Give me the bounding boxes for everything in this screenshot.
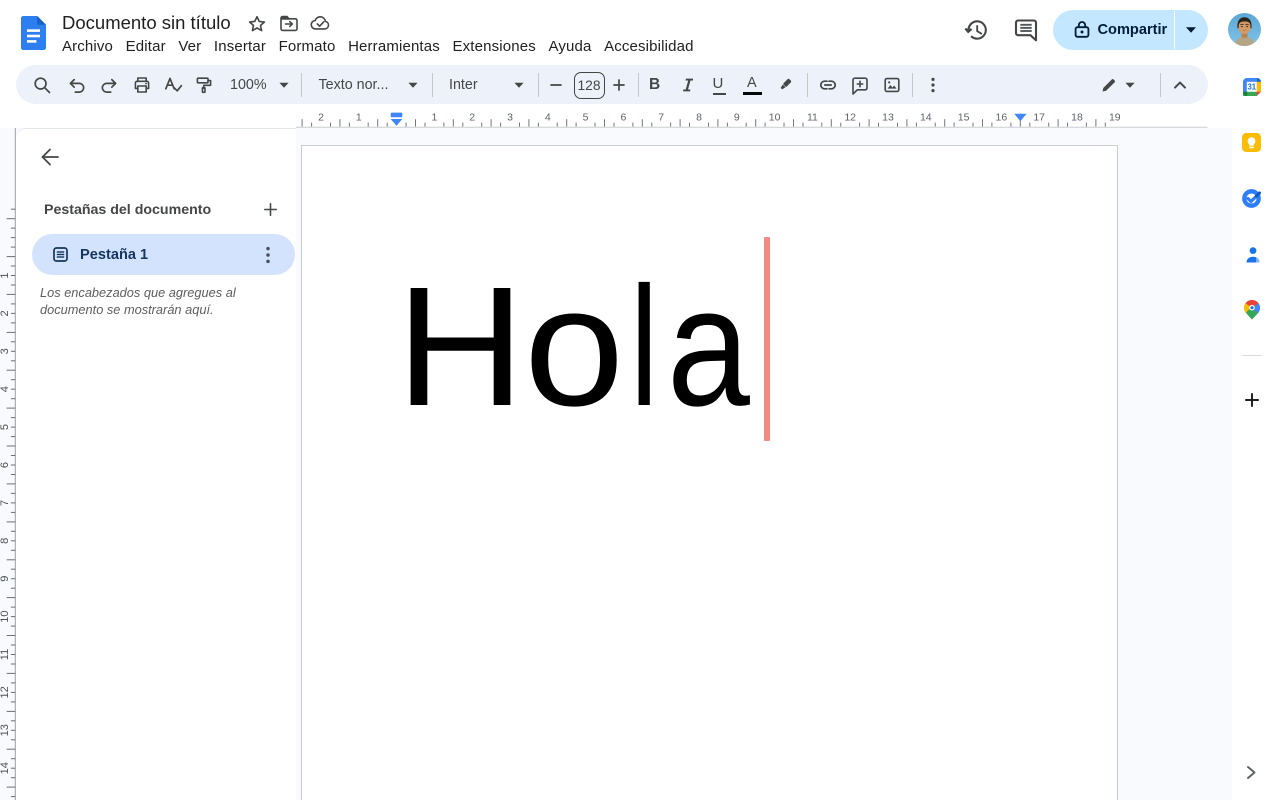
svg-text:12: 12 <box>0 686 11 698</box>
svg-text:7: 7 <box>658 112 664 124</box>
svg-text:3: 3 <box>0 348 11 354</box>
svg-text:7: 7 <box>0 500 11 506</box>
svg-text:6: 6 <box>0 462 11 468</box>
svg-text:12: 12 <box>844 112 856 124</box>
svg-text:16: 16 <box>996 112 1008 124</box>
svg-text:6: 6 <box>620 112 626 124</box>
svg-text:1: 1 <box>356 112 362 124</box>
svg-text:18: 18 <box>1071 112 1083 124</box>
svg-text:2: 2 <box>469 112 475 124</box>
svg-text:11: 11 <box>0 649 11 660</box>
svg-text:31: 31 <box>1247 83 1256 92</box>
svg-text:2: 2 <box>0 310 11 316</box>
svg-text:1: 1 <box>431 112 437 124</box>
svg-text:4: 4 <box>0 386 11 392</box>
svg-text:17: 17 <box>1033 112 1045 124</box>
svg-text:10: 10 <box>769 112 781 124</box>
svg-text:9: 9 <box>0 576 11 582</box>
svg-text:8: 8 <box>696 112 702 124</box>
svg-text:8: 8 <box>0 538 11 544</box>
svg-text:14: 14 <box>0 762 11 774</box>
svg-text:3: 3 <box>507 112 513 124</box>
svg-text:11: 11 <box>807 112 818 124</box>
svg-text:15: 15 <box>958 112 970 124</box>
svg-text:2: 2 <box>318 112 324 124</box>
svg-text:13: 13 <box>882 112 894 124</box>
svg-text:13: 13 <box>0 724 11 736</box>
svg-text:5: 5 <box>583 112 589 124</box>
svg-text:14: 14 <box>920 112 932 124</box>
svg-text:9: 9 <box>734 112 740 124</box>
svg-text:19: 19 <box>1109 112 1121 124</box>
svg-text:1: 1 <box>0 272 11 278</box>
svg-text:4: 4 <box>545 112 551 124</box>
svg-text:5: 5 <box>0 424 11 430</box>
svg-text:10: 10 <box>0 610 11 622</box>
